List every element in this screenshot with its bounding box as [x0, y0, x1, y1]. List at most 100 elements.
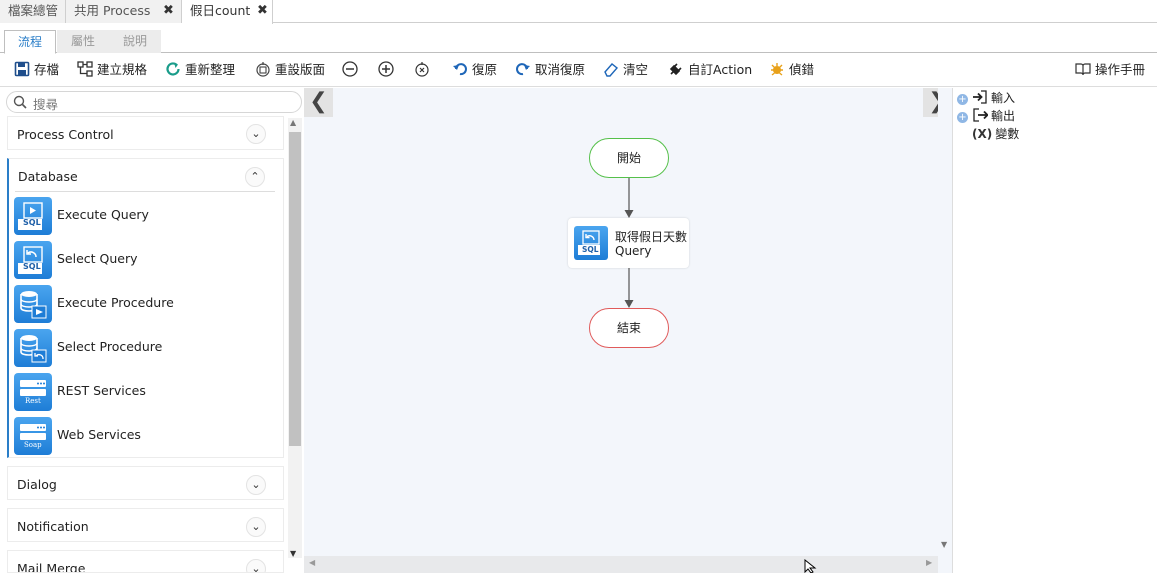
close-icon[interactable]: ✖: [257, 0, 268, 22]
chevron-up-icon[interactable]: ⌃: [245, 167, 265, 187]
list-item-label: Select Query: [57, 251, 138, 266]
list-item-execute-procedure[interactable]: Execute Procedure: [7, 282, 284, 326]
tab-label: 檔案總管: [8, 3, 59, 18]
tab-shared-process[interactable]: 共用 Process ✖: [66, 0, 182, 23]
document-tab-bar: 檔案總管 共用 Process ✖ 假日count ✖: [0, 0, 1157, 24]
tab-holiday-count[interactable]: 假日count ✖: [182, 0, 273, 24]
fit-view-button[interactable]: [414, 61, 434, 81]
sign-in-icon: [973, 90, 987, 104]
custom-action-label: 自訂Action: [688, 62, 753, 77]
app-root: 檔案總管 共用 Process ✖ 假日count ✖ 流程 屬性 說明 存檔 …: [0, 0, 1157, 573]
flow-end-node[interactable]: 結束: [589, 308, 669, 348]
variable-icon: (X): [972, 127, 993, 141]
undo-button[interactable]: 復原: [452, 61, 497, 81]
redo-icon: [516, 63, 530, 76]
flow-start-node[interactable]: 開始: [589, 138, 669, 178]
section-title: Notification: [17, 519, 89, 534]
sql-select-icon: SQL: [574, 226, 608, 260]
list-item-select-query[interactable]: SQL Select Query: [7, 238, 284, 282]
section-title: Process Control: [17, 127, 114, 142]
search-input[interactable]: 搜尋: [33, 94, 58, 113]
section-title[interactable]: Database: [18, 169, 78, 184]
rest-badge: Rest: [25, 397, 41, 405]
clear-label: 清空: [623, 62, 649, 77]
tab-label: 假日count: [190, 3, 251, 18]
create-spec-button[interactable]: 建立規格: [77, 61, 147, 81]
zoom-out-button[interactable]: [342, 61, 362, 81]
section-mail-merge[interactable]: Mail Merge ⌄: [7, 550, 284, 573]
refresh-button[interactable]: 重新整理: [165, 61, 235, 81]
custom-action-button[interactable]: 自訂Action: [668, 61, 752, 81]
scroll-down-icon[interactable]: ▼: [290, 549, 296, 558]
variables-panel: + 輸入 + 輸出 (X) 變數: [952, 88, 1157, 573]
save-button[interactable]: 存檔: [14, 61, 59, 81]
manual-button[interactable]: 操作手冊: [1075, 61, 1145, 81]
chevron-down-icon[interactable]: ⌄: [246, 475, 266, 495]
list-item-web-services[interactable]: Soap Web Services: [7, 414, 284, 458]
node-subtitle: Query: [615, 244, 652, 258]
section-notification[interactable]: Notification ⌄: [7, 508, 284, 542]
scroll-left-icon[interactable]: ◀: [309, 558, 315, 567]
tree-label: 輸出: [991, 109, 1016, 123]
sitemap-icon: [77, 61, 93, 77]
expand-icon[interactable]: +: [957, 112, 968, 123]
mouse-cursor-icon: [804, 559, 817, 573]
tab-flow[interactable]: 流程: [4, 30, 56, 54]
chevron-down-icon[interactable]: ⌄: [246, 559, 266, 572]
floppy-disk-icon: [14, 61, 30, 77]
rest-icon: Rest: [14, 373, 52, 411]
scroll-right-icon[interactable]: ▶: [926, 558, 932, 567]
list-item-label: REST Services: [57, 383, 146, 398]
list-item-execute-query[interactable]: SQL Execute Query: [7, 194, 284, 238]
soap-icon: Soap: [14, 417, 52, 455]
sql-execute-icon: SQL: [14, 197, 52, 235]
chevron-down-icon[interactable]: ⌄: [246, 124, 266, 144]
tree-item-output[interactable]: + 輸出: [957, 107, 1015, 125]
list-item-label: Execute Query: [57, 207, 149, 222]
sidebar-scrollbar[interactable]: ▲ ▼: [288, 118, 302, 558]
search-box[interactable]: 搜尋: [6, 91, 302, 113]
plug-icon: [669, 63, 682, 76]
scroll-down-icon[interactable]: ▼: [941, 540, 947, 549]
clear-button[interactable]: 清空: [603, 61, 648, 81]
reset-layout-icon: [256, 62, 270, 77]
section-title: Mail Merge: [17, 561, 86, 573]
eraser-icon: [604, 63, 619, 77]
redo-button[interactable]: 取消復原: [515, 61, 585, 81]
flow-canvas[interactable]: ❮ ❯ 開始 SQL 取得假日天數 Query 結束 ▼ ◀ ▶: [304, 88, 952, 573]
node-title: 取得假日天數: [615, 230, 688, 244]
sql-select-icon: SQL: [14, 241, 52, 279]
sql-badge: SQL: [23, 262, 41, 271]
zoom-in-button[interactable]: [378, 61, 398, 81]
reset-layout-button[interactable]: 重設版面: [255, 61, 325, 81]
canvas-vertical-scrollbar[interactable]: ▼: [938, 88, 952, 556]
section-process-control[interactable]: Process Control ⌄: [7, 116, 284, 150]
scrollbar-thumb[interactable]: [289, 132, 301, 446]
canvas-horizontal-scrollbar[interactable]: ◀ ▶: [304, 556, 938, 573]
tab-description[interactable]: 說明: [109, 30, 161, 53]
soap-badge: Soap: [24, 441, 42, 449]
tab-file-explorer[interactable]: 檔案總管: [0, 0, 66, 23]
flow-query-node[interactable]: SQL 取得假日天數 Query: [568, 218, 689, 268]
tab-label: 共用 Process: [74, 3, 151, 18]
debug-button[interactable]: 偵錯: [769, 61, 814, 81]
tab-properties[interactable]: 屬性: [57, 30, 109, 53]
toolbar: 存檔 建立規格 重新整理 重設版面 復原 取消復原 清空 自訂Action 偵錯…: [0, 54, 1157, 87]
sql-badge: SQL: [582, 245, 599, 254]
close-icon[interactable]: ✖: [163, 0, 174, 22]
list-item-label: Execute Procedure: [57, 295, 174, 310]
scroll-up-icon[interactable]: ▲: [290, 118, 296, 127]
refresh-label: 重新整理: [185, 62, 236, 77]
reset-layout-label: 重設版面: [275, 62, 326, 77]
tree-item-input[interactable]: + 輸入: [957, 89, 1015, 107]
db-select-icon: [14, 329, 52, 367]
tree-item-variables[interactable]: (X) 變數: [972, 125, 1019, 143]
debug-label: 偵錯: [789, 62, 815, 77]
expand-icon[interactable]: +: [957, 94, 968, 105]
view-tab-bar: 流程 屬性 說明: [0, 30, 1157, 54]
list-item-rest-services[interactable]: Rest REST Services: [7, 370, 284, 414]
list-item-select-procedure[interactable]: Select Procedure: [7, 326, 284, 370]
section-dialog[interactable]: Dialog ⌄: [7, 466, 284, 500]
book-icon: [1075, 63, 1091, 76]
chevron-down-icon[interactable]: ⌄: [246, 517, 266, 537]
